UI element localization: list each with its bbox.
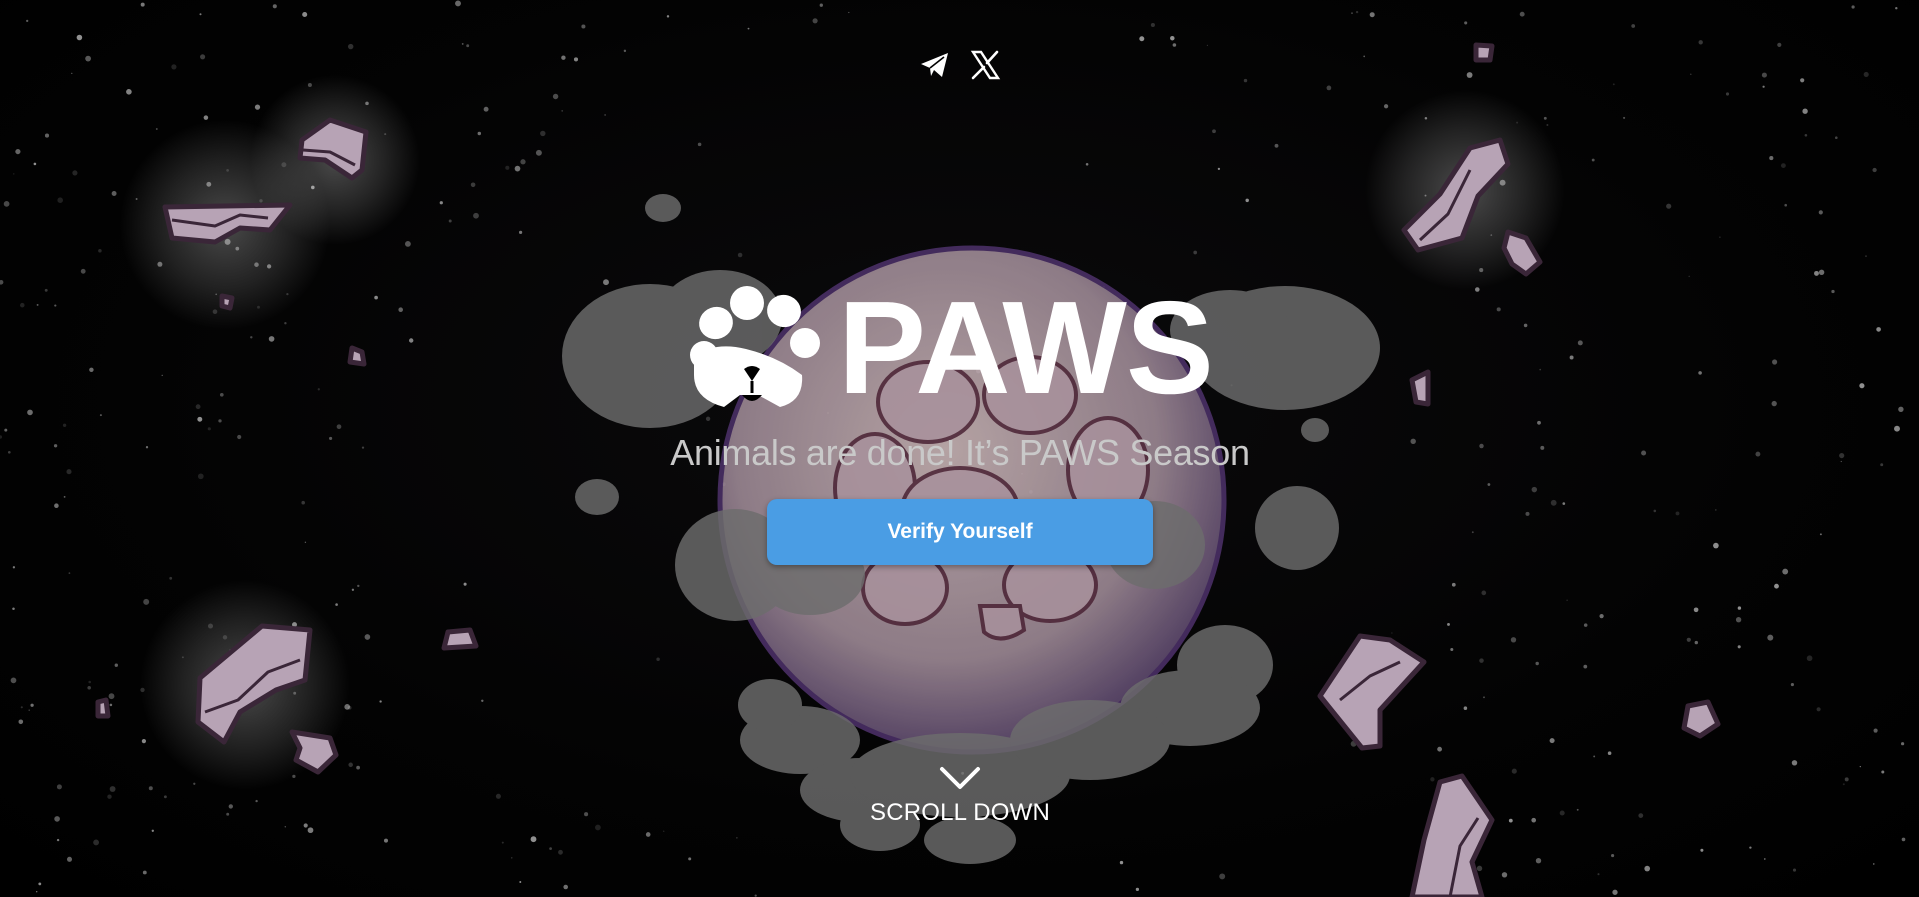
x-link[interactable]: [968, 48, 1002, 82]
telegram-icon: [921, 53, 948, 77]
paw-icon: [690, 286, 820, 407]
hero-section: PAWS Animals are done! It’s PAWS Season …: [0, 0, 1919, 897]
telegram-link[interactable]: [918, 48, 952, 82]
scroll-down-label: SCROLL DOWN: [870, 799, 1050, 826]
tagline: Animals are done! It’s PAWS Season: [670, 432, 1250, 473]
social-links: [918, 48, 1002, 82]
paws-logo: PAWS: [684, 274, 1214, 421]
x-icon: [970, 50, 1001, 80]
logo-title: PAWS: [838, 274, 1214, 421]
verify-yourself-button[interactable]: Verify Yourself: [767, 499, 1153, 565]
chevron-down-icon: [940, 767, 980, 789]
scroll-down-link[interactable]: SCROLL DOWN: [860, 765, 1060, 827]
